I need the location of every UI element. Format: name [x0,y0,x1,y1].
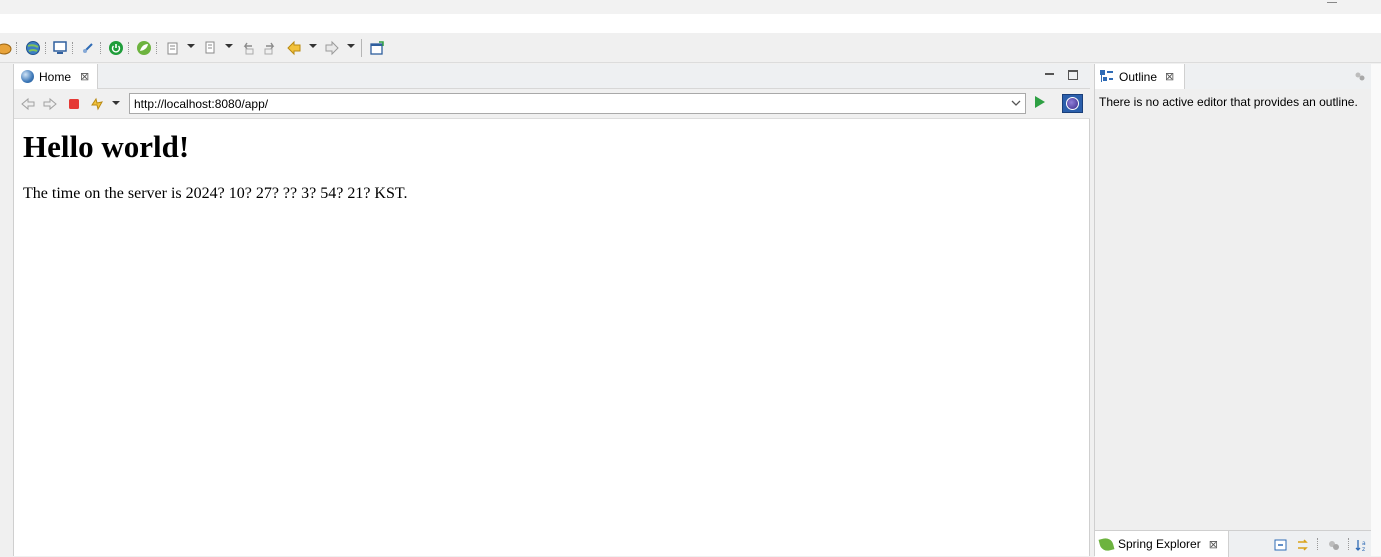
tab-spring-explorer[interactable]: Spring Explorer ⊠ [1095,531,1229,557]
link-with-editor-icon[interactable] [1296,538,1310,552]
tab-home[interactable]: Home ⊠ [14,64,98,89]
title-spacer [0,14,1381,33]
toolbar-separator [1348,538,1349,550]
go-button[interactable] [1035,96,1045,108]
browser-navbar: http://localhost:8080/app/ [14,89,1090,119]
open-task-icon[interactable] [0,40,12,56]
forward-edit-icon[interactable] [262,40,278,56]
toolbar-separator [16,42,17,54]
tab-label: Home [39,69,72,84]
close-icon[interactable]: ⊠ [80,70,89,83]
editor-tabbar: Home ⊠ [14,64,1090,89]
debug-icon[interactable] [80,40,96,56]
chevron-down-icon[interactable] [309,44,317,48]
minimize-view-button[interactable] [1045,70,1055,80]
url-input[interactable]: http://localhost:8080/app/ [129,93,1026,114]
chevron-down-icon[interactable] [347,44,355,48]
forward-icon[interactable] [42,96,58,112]
spring-icon[interactable] [136,40,152,56]
view-menu-icon[interactable] [1354,70,1366,82]
stop-icon[interactable] [66,96,82,112]
console-icon[interactable] [52,40,68,56]
page-body: The time on the server is 2024? 10? 27? … [23,185,408,202]
outline-empty-message: There is no active editor that provides … [1099,95,1358,109]
url-text: http://localhost:8080/app/ [134,96,269,111]
browser-editor: Home ⊠ http://localhost:8080/app/ Hello … [14,64,1090,556]
toolbar-separator [361,39,362,57]
toolbar-separator [128,42,129,54]
outline-icon [1100,70,1113,83]
ant-build-icon[interactable] [165,40,181,56]
forward-icon[interactable] [324,40,340,56]
toolbar-separator [100,42,101,54]
outline-view: Outline ⊠ There is no active editor that… [1094,64,1372,530]
chevron-down-icon[interactable] [225,44,233,48]
tab-label: Outline [1119,69,1158,84]
outline-tabbar: Outline ⊠ [1095,64,1372,89]
window-minimize-button[interactable] [1327,2,1337,3]
back-icon[interactable] [286,40,302,56]
page-heading: Hello world! [23,129,190,164]
chevron-down-icon[interactable] [187,44,195,48]
web-browser-icon[interactable] [25,40,41,56]
maximize-view-button[interactable] [1068,70,1078,80]
left-trim [0,64,14,556]
tab-outline[interactable]: Outline ⊠ [1095,64,1185,89]
tab-label: Spring Explorer [1118,537,1201,551]
build-icon[interactable] [202,40,218,56]
svg-text:z: z [1362,546,1365,552]
toolbar-separator [156,42,157,54]
toolbar-separator [45,42,46,54]
chevron-down-icon[interactable] [112,101,120,105]
globe-icon [21,70,34,83]
collapse-all-icon[interactable] [1274,538,1288,552]
web-page: Hello world! The time on the server is 2… [14,119,1088,556]
main-toolbar [0,33,1381,93]
server-start-icon[interactable] [108,40,124,56]
chevron-down-icon[interactable] [1011,98,1021,108]
back-edit-icon[interactable] [240,40,256,56]
view-menu-icon[interactable] [1327,538,1341,552]
back-icon[interactable] [20,96,36,112]
window-titlebar [0,0,1381,14]
refresh-icon[interactable] [89,96,105,112]
new-window-icon[interactable] [369,40,385,56]
eclipse-browser-icon[interactable] [1062,94,1083,113]
spring-leaf-icon [1098,536,1115,552]
right-trim [1371,64,1381,556]
toolbar-separator [1317,538,1318,550]
sort-icon[interactable]: az [1355,538,1369,552]
close-icon[interactable]: ⊠ [1209,538,1218,551]
toolbar-separator [72,42,73,54]
spring-explorer-view: Spring Explorer ⊠ az [1094,530,1371,557]
close-icon[interactable]: ⊠ [1165,70,1174,83]
